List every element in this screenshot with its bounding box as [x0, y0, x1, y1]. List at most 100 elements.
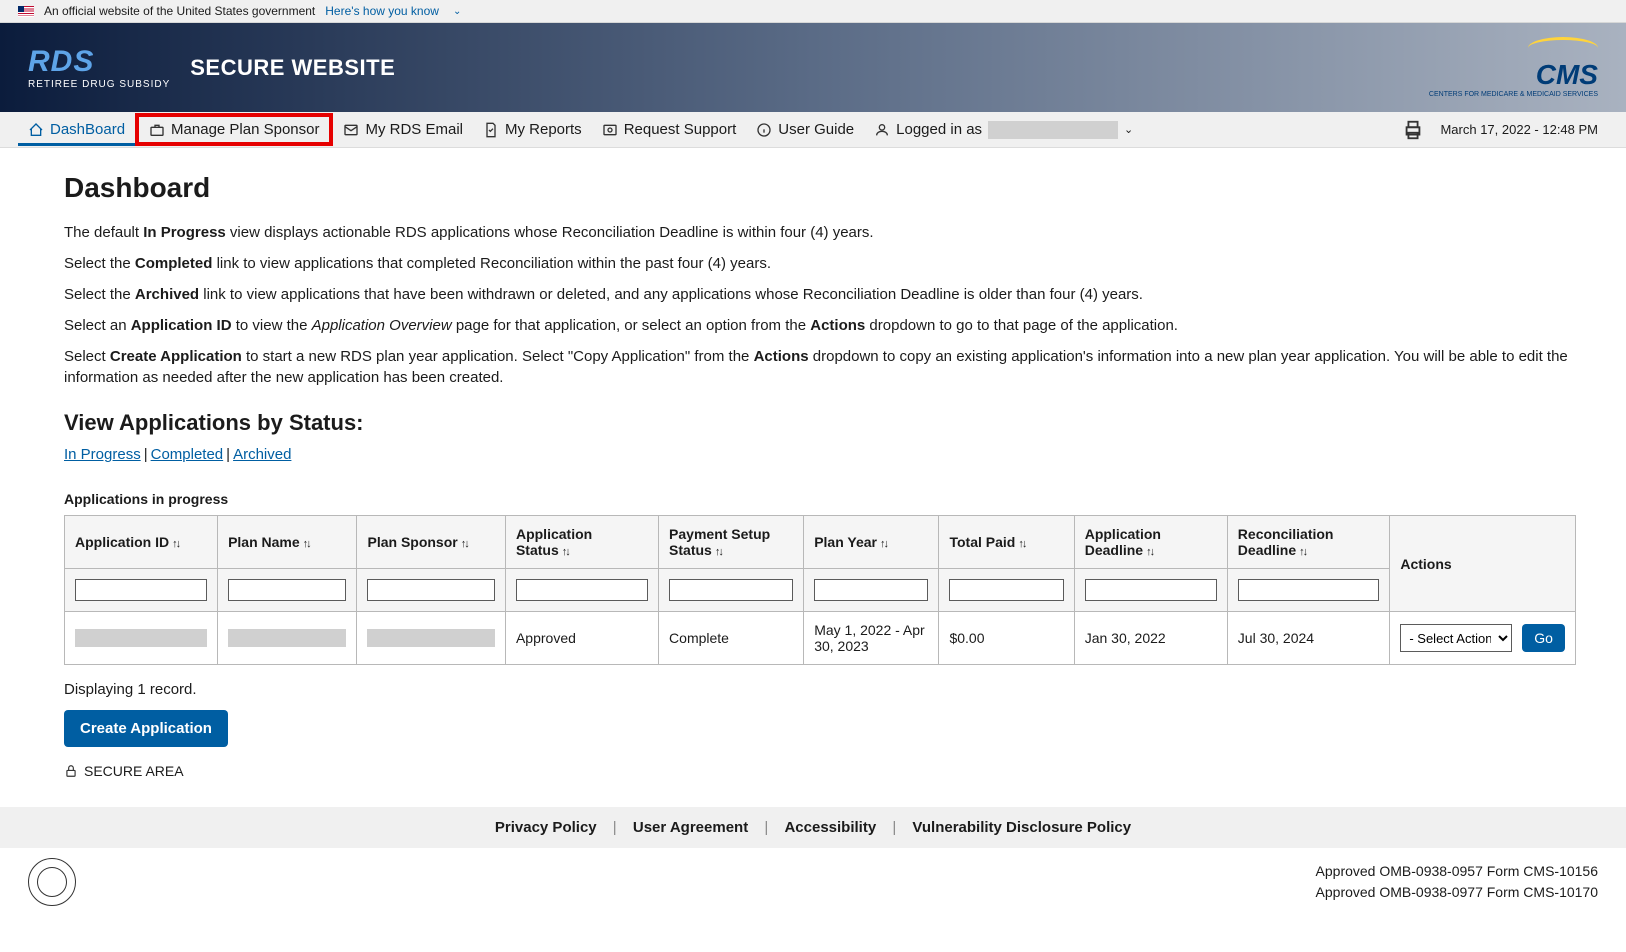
- sort-icon: ↑↓: [715, 546, 722, 558]
- how-you-know-link[interactable]: Here's how you know: [325, 4, 439, 18]
- briefcase-icon: [149, 122, 165, 138]
- filter-total-paid[interactable]: [949, 579, 1063, 601]
- cms-logo[interactable]: CMS CENTERS FOR MEDICARE & MEDICAID SERV…: [1429, 37, 1598, 98]
- col-header-total-paid[interactable]: Total Paid↑↓: [939, 516, 1074, 569]
- nav-logged-in-label: Logged in as: [896, 121, 982, 138]
- table-label: Applications in progress: [64, 491, 1576, 507]
- footer-agreement[interactable]: User Agreement: [633, 819, 748, 836]
- home-icon: [28, 122, 44, 138]
- nav-manage-plan-sponsor[interactable]: Manage Plan Sponsor: [135, 113, 333, 146]
- masked-value: [75, 629, 207, 647]
- us-flag-icon: [18, 6, 34, 17]
- nav-left: DashBoard Manage Plan Sponsor My RDS Ema…: [18, 113, 1143, 147]
- nav-logged-in[interactable]: Logged in as ⌄: [864, 113, 1143, 147]
- nav-my-rds-email[interactable]: My RDS Email: [333, 113, 473, 146]
- logo-block: RDS RETIREE DRUG SUBSIDY SECURE WEBSITE: [28, 45, 395, 90]
- support-icon: [602, 122, 618, 138]
- filter-app-status[interactable]: [516, 579, 648, 601]
- col-header-plan-sponsor[interactable]: Plan Sponsor↑↓: [357, 516, 505, 569]
- nav-right: March 17, 2022 - 12:48 PM: [1402, 119, 1598, 141]
- chevron-down-icon[interactable]: ⌄: [1124, 123, 1133, 136]
- action-select[interactable]: - Select Action -: [1400, 624, 1512, 652]
- footer: Privacy Policy | User Agreement | Access…: [0, 807, 1626, 916]
- cell-plan-name: [218, 612, 357, 665]
- cell-app-status: Approved: [505, 612, 658, 665]
- intro-p1: The default In Progress view displays ac…: [64, 222, 1576, 243]
- omb-line-2: Approved OMB-0938-0977 Form CMS-10170: [1316, 882, 1598, 903]
- status-completed-link[interactable]: Completed: [151, 446, 224, 463]
- chevron-down-icon[interactable]: ⌄: [453, 6, 461, 17]
- col-header-app-id[interactable]: Application ID↑↓: [65, 516, 218, 569]
- mail-icon: [343, 122, 359, 138]
- footer-privacy[interactable]: Privacy Policy: [495, 819, 597, 836]
- gov-banner: An official website of the United States…: [0, 0, 1626, 23]
- sort-icon: ↑↓: [562, 546, 569, 558]
- col-header-plan-year[interactable]: Plan Year↑↓: [804, 516, 939, 569]
- col-header-app-deadline[interactable]: Application Deadline↑↓: [1074, 516, 1227, 569]
- intro-p4: Select an Application ID to view the App…: [64, 315, 1576, 336]
- filter-payment-status[interactable]: [669, 579, 793, 601]
- col-header-plan-name[interactable]: Plan Name↑↓: [218, 516, 357, 569]
- intro-p5: Select Create Application to start a new…: [64, 346, 1576, 388]
- site-header: RDS RETIREE DRUG SUBSIDY SECURE WEBSITE …: [0, 23, 1626, 112]
- username-masked: [988, 121, 1118, 139]
- gov-banner-text: An official website of the United States…: [44, 4, 315, 18]
- col-header-app-status[interactable]: Application Status↑↓: [505, 516, 658, 569]
- nav-request-support[interactable]: Request Support: [592, 113, 747, 146]
- file-icon: [483, 122, 499, 138]
- print-icon[interactable]: [1402, 119, 1424, 141]
- intro-p3: Select the Archived link to view applica…: [64, 284, 1576, 305]
- hhs-seal-icon[interactable]: [28, 858, 76, 906]
- filter-app-deadline[interactable]: [1085, 579, 1217, 601]
- cell-app-id[interactable]: [65, 612, 218, 665]
- status-archived-link[interactable]: Archived: [233, 446, 291, 463]
- table-filter-row: [65, 569, 1576, 612]
- footer-links: Privacy Policy | User Agreement | Access…: [0, 807, 1626, 848]
- cms-swoosh-icon: [1528, 37, 1598, 59]
- col-header-recon-deadline[interactable]: Reconciliation Deadline↑↓: [1227, 516, 1390, 569]
- lock-icon: [64, 764, 78, 778]
- filter-plan-year[interactable]: [814, 579, 928, 601]
- applications-table: Application ID↑↓ Plan Name↑↓ Plan Sponso…: [64, 515, 1576, 665]
- nav-datetime: March 17, 2022 - 12:48 PM: [1440, 122, 1598, 137]
- cms-text: CMS: [1536, 59, 1598, 91]
- filter-plan-name[interactable]: [228, 579, 346, 601]
- cms-sub: CENTERS FOR MEDICARE & MEDICAID SERVICES: [1429, 91, 1598, 98]
- go-button[interactable]: Go: [1522, 624, 1565, 652]
- record-count: Displaying 1 record.: [64, 681, 1576, 698]
- nav-user-guide[interactable]: User Guide: [746, 113, 864, 146]
- nav-manage-label: Manage Plan Sponsor: [171, 121, 319, 138]
- nav-my-reports[interactable]: My Reports: [473, 113, 592, 146]
- filter-recon-deadline[interactable]: [1238, 579, 1380, 601]
- omb-line-1: Approved OMB-0938-0957 Form CMS-10156: [1316, 861, 1598, 882]
- nav-dashboard[interactable]: DashBoard: [18, 113, 135, 146]
- user-icon: [874, 122, 890, 138]
- nav-support-label: Request Support: [624, 121, 737, 138]
- cell-recon-deadline: Jul 30, 2024: [1227, 612, 1390, 665]
- footer-accessibility[interactable]: Accessibility: [784, 819, 876, 836]
- rds-brand-main: RDS: [28, 45, 170, 79]
- col-header-payment-status[interactable]: Payment Setup Status↑↓: [659, 516, 804, 569]
- cell-app-deadline: Jan 30, 2022: [1074, 612, 1227, 665]
- status-links: In Progress|Completed|Archived: [64, 446, 1576, 463]
- filter-plan-sponsor[interactable]: [367, 579, 494, 601]
- footer-vulnerability[interactable]: Vulnerability Disclosure Policy: [912, 819, 1131, 836]
- sort-icon: ↑↓: [1018, 538, 1025, 550]
- create-application-button[interactable]: Create Application: [64, 710, 228, 747]
- sort-icon: ↑↓: [880, 538, 887, 550]
- main-content: Dashboard The default In Progress view d…: [0, 148, 1626, 799]
- sort-icon: ↑↓: [461, 538, 468, 550]
- rds-logo[interactable]: RDS RETIREE DRUG SUBSIDY: [28, 45, 170, 90]
- nav-guide-label: User Guide: [778, 121, 854, 138]
- filter-app-id[interactable]: [75, 579, 207, 601]
- sort-icon: ↑↓: [172, 538, 179, 550]
- cell-actions: - Select Action - Go: [1390, 612, 1576, 665]
- cell-total-paid: $0.00: [939, 612, 1074, 665]
- page-title: Dashboard: [64, 172, 1576, 204]
- masked-value: [228, 629, 346, 647]
- table-header-row: Application ID↑↓ Plan Name↑↓ Plan Sponso…: [65, 516, 1576, 569]
- sort-icon: ↑↓: [303, 538, 310, 550]
- secure-area-text: SECURE AREA: [84, 763, 184, 779]
- cell-payment-status: Complete: [659, 612, 804, 665]
- status-in-progress-link[interactable]: In Progress: [64, 446, 141, 463]
